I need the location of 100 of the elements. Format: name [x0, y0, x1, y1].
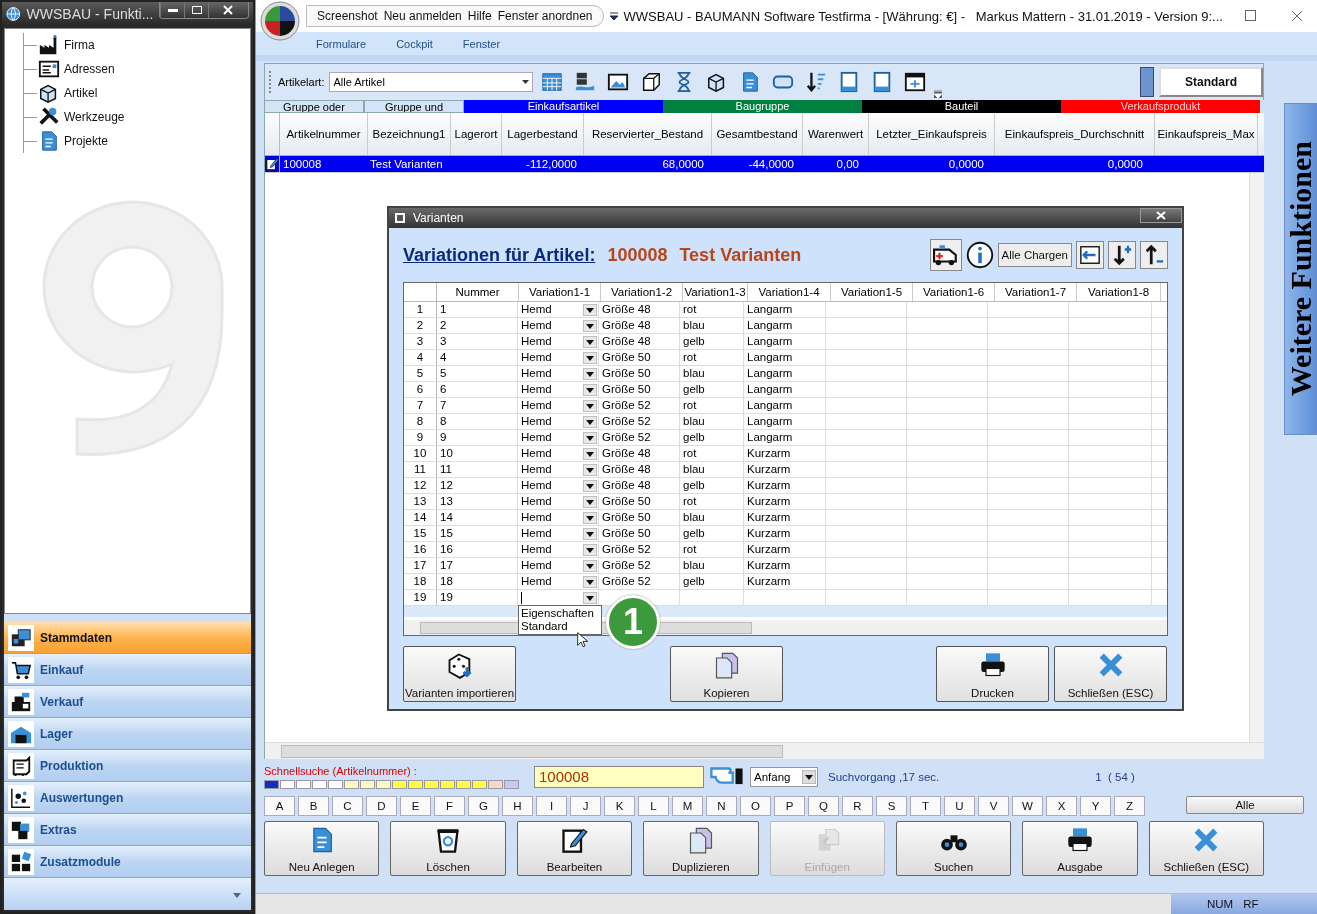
combo-cell[interactable]: Hemd	[518, 350, 599, 365]
menu-item[interactable]: Fenster	[462, 37, 501, 50]
tree-item[interactable]: Adressen	[24, 57, 250, 81]
vertical-scrollbar[interactable]	[1249, 173, 1264, 742]
column-header[interactable]: Einkaufspreis_Max	[1155, 113, 1258, 155]
letter-button[interactable]: F	[434, 796, 465, 816]
batches-button[interactable]: Alle Chargen	[997, 243, 1072, 267]
letter-button[interactable]: T	[910, 796, 941, 816]
nav-item[interactable]: Lager	[4, 718, 251, 750]
tree-item[interactable]: Artikel	[24, 81, 250, 105]
column-header[interactable]: Variation1-3	[683, 283, 748, 301]
menu-item[interactable]: Hilfe	[467, 9, 492, 23]
column-header[interactable]: Variation1-7	[995, 283, 1077, 301]
maximize-icon[interactable]	[1245, 10, 1257, 22]
all-button[interactable]: Alle	[1186, 796, 1304, 814]
letter-button[interactable]: Z	[1114, 796, 1145, 816]
nav-item[interactable]: Extras	[4, 814, 251, 846]
dropdown-button[interactable]	[583, 447, 597, 460]
dialog-button[interactable]: Drucken	[936, 646, 1049, 702]
column-header[interactable]: Letzter_Einkaufspreis	[869, 113, 995, 155]
combo-cell[interactable]: Hemd	[518, 478, 599, 493]
menu-item[interactable]: Screenshot	[317, 9, 378, 23]
search-mode-dropdown[interactable]: Anfang	[750, 766, 818, 787]
action-button[interactable]: Bearbeiten	[516, 821, 633, 876]
letter-button[interactable]: J	[570, 796, 601, 816]
nav-item[interactable]: Verkauf	[4, 686, 251, 718]
letter-button[interactable]: U	[944, 796, 975, 816]
column-header[interactable]: Warenwert	[803, 113, 869, 155]
dropdown-button[interactable]	[583, 383, 597, 396]
dropdown-button[interactable]	[583, 559, 597, 572]
tree-item[interactable]: Firma	[24, 33, 250, 57]
action-button[interactable]: Löschen	[390, 821, 506, 876]
dropdown-button[interactable]	[583, 463, 597, 476]
nav-item[interactable]: Auswertungen	[4, 782, 251, 814]
letter-button[interactable]: A	[264, 796, 295, 816]
action-button[interactable]: Duplizieren	[643, 821, 759, 876]
menu-item[interactable]: Formulare	[316, 37, 367, 50]
dropdown-button[interactable]	[583, 415, 597, 428]
combo-cell[interactable]: Hemd	[518, 542, 599, 557]
column-header[interactable]: Bezeichnung1	[368, 113, 451, 155]
dropdown-icon[interactable]	[609, 12, 618, 20]
maximize-button[interactable]	[184, 2, 208, 18]
combo-cell[interactable]: Hemd	[518, 494, 599, 509]
side-tab[interactable]: Weitere Funktionen	[1284, 103, 1317, 435]
combo-cell[interactable]: Hemd	[518, 382, 599, 397]
letter-button[interactable]: W	[1012, 796, 1043, 816]
letter-button[interactable]: R	[842, 796, 873, 816]
combo-cell[interactable]: Hemd	[518, 302, 599, 317]
view-button[interactable]: Standard	[1159, 67, 1263, 97]
column-header[interactable]: Variation1-8	[1077, 283, 1161, 301]
dropdown-button[interactable]	[583, 303, 597, 316]
letter-button[interactable]: X	[1046, 796, 1077, 816]
letter-button[interactable]: H	[502, 796, 533, 816]
menu-item[interactable]: Neu anmelden	[383, 9, 462, 23]
caret-icon[interactable]	[233, 893, 241, 898]
group-filter[interactable]: Baugruppe	[663, 100, 862, 113]
column-header[interactable]: Reservierter_Bestand	[584, 113, 712, 155]
splitter-handle[interactable]	[4, 614, 251, 622]
dropdown-button[interactable]	[583, 319, 597, 332]
combo-cell[interactable]: Hemd	[518, 462, 599, 477]
dropdown-button[interactable]	[583, 543, 597, 556]
letter-button[interactable]: L	[638, 796, 669, 816]
menu-item[interactable]: Fenster anordnen	[497, 9, 593, 23]
letter-button[interactable]: I	[536, 796, 567, 816]
menu-item[interactable]: Cockpit	[396, 37, 433, 50]
nav-item[interactable]: Produktion	[4, 750, 251, 782]
close-button[interactable]	[1140, 208, 1182, 223]
nav-item[interactable]: Einkauf	[4, 654, 251, 686]
dialog-button[interactable]: Schließen (ESC)	[1054, 646, 1167, 702]
dropdown-button[interactable]	[583, 399, 597, 412]
dropdown-button[interactable]	[583, 335, 597, 348]
column-header[interactable]: Gesamtbestand	[712, 113, 803, 155]
action-button[interactable]: Schließen (ESC)	[1148, 821, 1264, 876]
quick-search-field[interactable]: 100008	[534, 765, 704, 788]
letter-button[interactable]: M	[672, 796, 703, 816]
dropdown-button[interactable]	[583, 575, 597, 588]
dropdown-button[interactable]	[583, 495, 597, 508]
letter-button[interactable]: O	[740, 796, 771, 816]
dropdown-button[interactable]	[583, 431, 597, 444]
tree-item[interactable]: Projekte	[24, 129, 250, 153]
combo-cell[interactable]: Hemd	[518, 430, 599, 445]
article-type-dropdown[interactable]: Alle Artikel	[329, 72, 534, 92]
action-button[interactable]: Suchen	[895, 821, 1012, 876]
group-filter[interactable]: Bauteil	[862, 100, 1061, 113]
column-header[interactable]: Nummer	[437, 283, 519, 301]
pointing-hand-icon[interactable]	[710, 766, 744, 787]
letter-button[interactable]: Y	[1080, 796, 1111, 816]
dropdown-button[interactable]	[583, 511, 597, 524]
column-header[interactable]: Variation1-4	[748, 283, 831, 301]
column-header[interactable]: Einkaufspreis_Durchschnitt	[995, 113, 1155, 155]
column-header[interactable]: Variation1-2	[601, 283, 683, 301]
close-button[interactable]	[207, 2, 248, 18]
combo-cell[interactable]: Hemd	[518, 414, 599, 429]
letter-button[interactable]: S	[876, 796, 907, 816]
combo-cell[interactable]: Hemd	[518, 446, 599, 461]
letter-button[interactable]: V	[978, 796, 1009, 816]
nav-item[interactable]: Zusatzmodule	[4, 846, 251, 878]
dropdown-button[interactable]	[583, 591, 597, 604]
column-header[interactable]: Variation1-1	[519, 283, 601, 301]
combo-cell[interactable]: Hemd	[518, 510, 599, 525]
